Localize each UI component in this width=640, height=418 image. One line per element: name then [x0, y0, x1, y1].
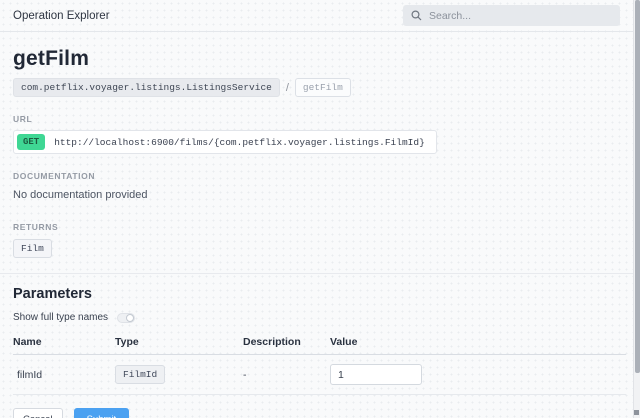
- parameter-name: filmId: [17, 368, 43, 381]
- parameter-value-cell: [330, 364, 626, 385]
- documentation-label: DOCUMENTATION: [13, 171, 96, 181]
- parameter-description: -: [243, 368, 247, 381]
- parameters-title: Parameters: [13, 286, 92, 302]
- breadcrumb-separator: /: [285, 81, 289, 94]
- parameter-row: filmId FilmId -: [13, 355, 626, 395]
- scrollbar-thumb[interactable]: [635, 0, 640, 373]
- parameter-type-cell: FilmId: [115, 365, 243, 384]
- parameters-table-header: Name Type Description Value: [13, 336, 626, 355]
- returns-section: RETURNS Film: [13, 222, 626, 258]
- show-full-type-names-toggle[interactable]: [117, 312, 136, 323]
- parameter-type-tag[interactable]: FilmId: [115, 365, 166, 384]
- returns-label: RETURNS: [13, 222, 59, 232]
- url-box: GET http://localhost:6900/films/{com.pet…: [13, 130, 437, 154]
- operation-title: getFilm: [13, 47, 90, 70]
- main-content: getFilm com.petflix.voyager.listings.Lis…: [0, 47, 640, 418]
- column-header-value: Value: [330, 336, 358, 348]
- resize-grip: [634, 410, 639, 415]
- column-header-type: Type: [115, 336, 139, 348]
- url-section: URL GET http://localhost:6900/films/{com…: [13, 114, 626, 154]
- column-header-name: Name: [13, 336, 42, 348]
- endpoint-name-tag[interactable]: getFilm: [294, 78, 351, 97]
- parameter-value-input[interactable]: [330, 364, 422, 385]
- cancel-button[interactable]: Cancel: [13, 408, 63, 418]
- service-name-tag[interactable]: com.petflix.voyager.listings.ListingsSer…: [13, 78, 280, 97]
- http-method-badge: GET: [17, 134, 46, 150]
- parameters-section: Parameters Show full type names Name Typ…: [13, 286, 626, 418]
- search-icon: [411, 10, 422, 21]
- url-text: http://localhost:6900/films/{com.petflix…: [54, 136, 425, 148]
- documentation-section: DOCUMENTATION No documentation provided: [13, 171, 626, 201]
- toggle-knob: [126, 313, 135, 322]
- vertical-scrollbar[interactable]: [633, 0, 640, 418]
- search-box[interactable]: [403, 5, 620, 26]
- column-header-description: Description: [243, 336, 301, 348]
- search-input[interactable]: [429, 9, 612, 22]
- toggle-row: Show full type names: [13, 312, 626, 323]
- show-full-type-names-label: Show full type names: [13, 312, 109, 323]
- section-divider: [0, 273, 640, 274]
- submit-button[interactable]: Submit: [73, 408, 130, 418]
- breadcrumb: com.petflix.voyager.listings.ListingsSer…: [13, 78, 626, 97]
- parameters-table: Name Type Description Value filmId FilmI…: [13, 336, 626, 395]
- returns-type-tag[interactable]: Film: [13, 239, 52, 258]
- app-title: Operation Explorer: [13, 9, 110, 22]
- form-actions: Cancel Submit: [13, 408, 626, 418]
- top-bar: Operation Explorer: [0, 0, 640, 32]
- url-label: URL: [13, 114, 33, 124]
- documentation-text: No documentation provided: [13, 189, 148, 201]
- operation-explorer-page: Operation Explorer getFilm com.petflix.v…: [0, 0, 640, 418]
